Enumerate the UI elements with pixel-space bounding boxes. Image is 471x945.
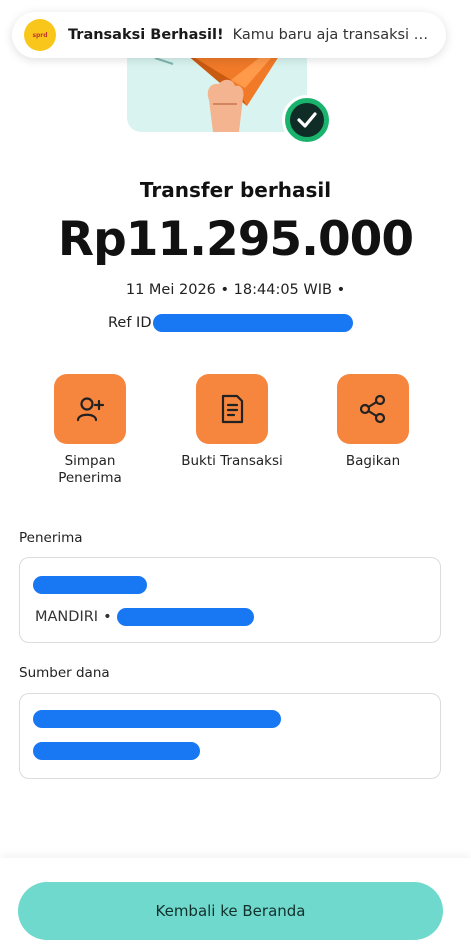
transaction-receipt-label: Bukti Transaksi [181, 453, 283, 469]
share-label: Bagikan [345, 453, 401, 469]
transfer-amount: Rp11.295.000 [57, 212, 414, 267]
source-account-redaction [33, 742, 200, 760]
source-section-label: Sumber dana [19, 665, 110, 681]
recipient-card: MANDIRI • [19, 557, 441, 643]
transfer-success-screen: sprd Transaksi Berhasil! Kamu baru aja t… [0, 0, 471, 945]
share-button[interactable]: Bagikan [313, 374, 433, 470]
receipt-icon [196, 374, 268, 444]
save-recipient-label: Simpan Penerima [58, 453, 122, 487]
transaction-receipt-button[interactable]: Bukti Transaksi [172, 374, 292, 470]
reference-id-label: Ref ID [108, 315, 152, 331]
save-recipient-label-line1: Simpan [64, 453, 116, 469]
source-card [19, 693, 441, 779]
share-icon [337, 374, 409, 444]
notification-toast[interactable]: sprd Transaksi Berhasil! Kamu baru aja t… [12, 12, 446, 58]
save-recipient-button[interactable]: Simpan Penerima [30, 374, 150, 487]
notification-title: Transaksi Berhasil! [68, 27, 224, 43]
transfer-status-title: Transfer berhasil [139, 178, 332, 202]
source-name-redaction [33, 710, 281, 728]
recipient-bank-row: MANDIRI • [35, 608, 254, 626]
back-to-home-button[interactable]: Kembali ke Beranda [18, 882, 443, 940]
success-check-badge [282, 95, 332, 145]
save-recipient-label-line2: Penerima [58, 470, 122, 486]
add-person-icon [54, 374, 126, 444]
footer-bar: Kembali ke Beranda [0, 858, 471, 945]
notification-message: Kamu baru aja transaksi se... [232, 27, 444, 43]
recipient-account-redaction [116, 608, 254, 626]
recipient-section-label: Penerima [19, 530, 83, 546]
reference-id-redaction [152, 314, 353, 332]
recipient-name-redaction [33, 576, 147, 594]
separator-dot: • [103, 609, 112, 625]
recipient-bank-name: MANDIRI [35, 609, 99, 625]
check-icon [297, 112, 317, 128]
reference-id-row: Ref ID [108, 313, 353, 333]
app-logo-icon: sprd [24, 19, 56, 51]
transfer-datetime: 11 Mei 2026 • 18:44:05 WIB • [125, 282, 346, 298]
